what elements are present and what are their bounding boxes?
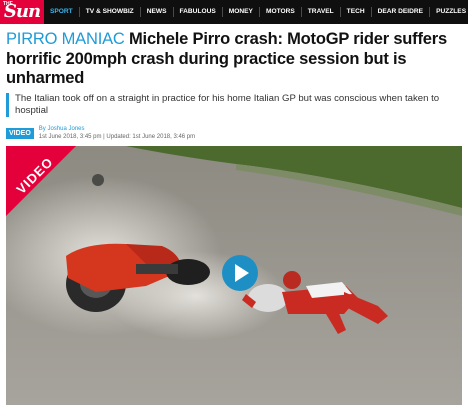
top-nav: THE Sun SPORT TV & SHOWBIZ NEWS FABULOUS…: [0, 0, 468, 24]
nav-item-puzzles[interactable]: PUZZLES: [430, 7, 468, 17]
nav-item-motors[interactable]: MOTORS: [260, 7, 302, 17]
byline: By Joshua Jones 1st June 2018, 3:45 pm |…: [39, 125, 195, 141]
play-button[interactable]: [222, 255, 258, 291]
video-badge: VIDEO: [6, 127, 34, 139]
video-corner-banner: [6, 146, 76, 216]
nav-item-travel[interactable]: TRAVEL: [302, 7, 341, 17]
nav-item-news[interactable]: NEWS: [141, 7, 174, 17]
byline-author[interactable]: By Joshua Jones: [39, 125, 195, 133]
nav-item-sport[interactable]: SPORT: [44, 7, 80, 17]
nav-item-dear-deidre[interactable]: DEAR DEIDRE: [372, 7, 431, 17]
byline-date: 1st June 2018, 3:45 pm | Updated: 1st Ju…: [38, 134, 196, 140]
nav-items: SPORT TV & SHOWBIZ NEWS FABULOUS MONEY M…: [44, 0, 468, 24]
play-icon: [235, 264, 249, 282]
headline-kicker: PIRRO MANIAC: [6, 30, 125, 48]
page: THE Sun SPORT TV & SHOWBIZ NEWS FABULOUS…: [0, 0, 468, 407]
byline-row: VIDEO By Joshua Jones 1st June 2018, 3:4…: [6, 124, 195, 142]
sun-logo[interactable]: THE Sun: [0, 0, 44, 24]
article-headline: PIRRO MANIAC Michele Pirro crash: MotoGP…: [6, 30, 464, 89]
nav-item-tv-showbiz[interactable]: TV & SHOWBIZ: [80, 7, 141, 17]
video-player[interactable]: VIDEO: [6, 146, 462, 405]
nav-item-tech[interactable]: TECH: [341, 7, 372, 17]
nav-item-money[interactable]: MONEY: [223, 7, 260, 17]
nav-item-fabulous[interactable]: FABULOUS: [174, 7, 223, 17]
logo-top-text: THE: [3, 1, 13, 7]
article-standfirst: The Italian took off on a straight in pr…: [6, 93, 462, 117]
